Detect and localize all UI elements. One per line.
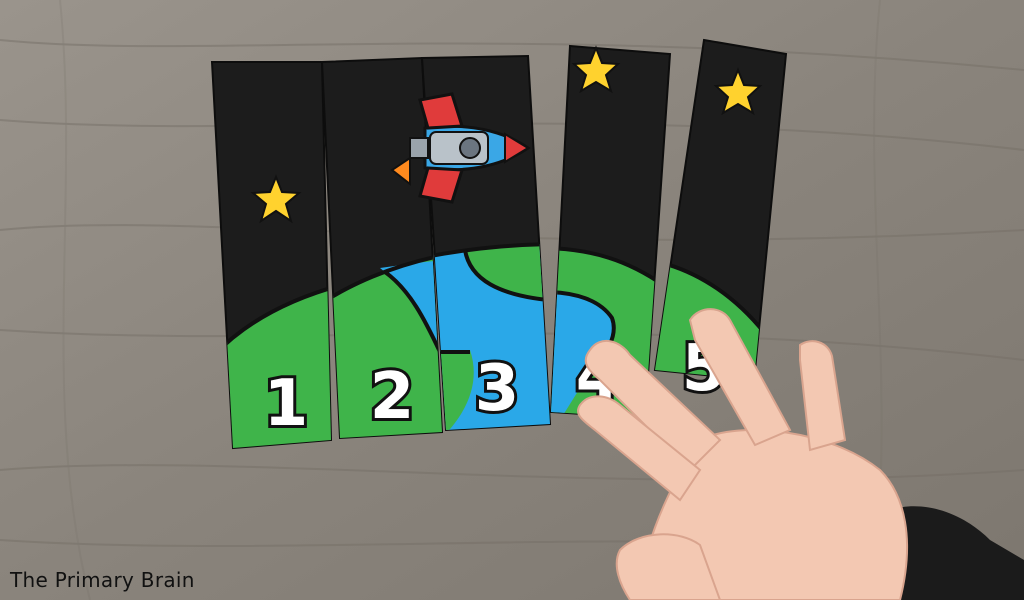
watermark-text: The Primary Brain <box>10 568 195 592</box>
photo-scene: 1 2 3 5 The Primary Brain <box>0 0 1024 600</box>
strip-number-1: 1 <box>264 367 309 441</box>
strip-number-2: 2 <box>370 360 415 434</box>
strip-number-3: 3 <box>475 352 520 426</box>
photo-illustration: 1 2 3 5 <box>0 0 1024 600</box>
